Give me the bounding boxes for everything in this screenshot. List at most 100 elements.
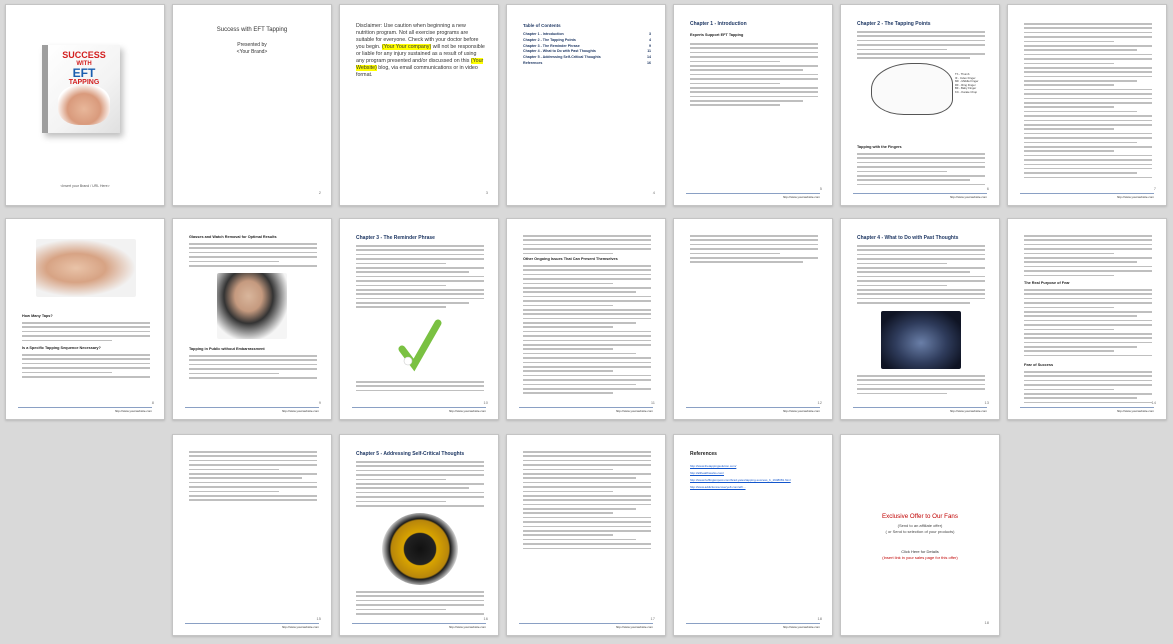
page-footer[interactable]: http://www.yourwebsite.com bbox=[853, 193, 987, 199]
toc-page: 14 bbox=[647, 55, 651, 60]
page-footer[interactable]: http://www.yourwebsite.com bbox=[185, 623, 319, 629]
body-text bbox=[523, 235, 651, 257]
page-number: 11 bbox=[650, 400, 655, 405]
page-footer[interactable]: http://www.yourwebsite.com bbox=[352, 623, 486, 629]
page-footer[interactable]: http://www.yourwebsite.com bbox=[686, 407, 820, 413]
reference-link[interactable]: http://althealthworks.com/ bbox=[690, 470, 822, 477]
page-number: 15 bbox=[316, 616, 321, 621]
page-exclusive-offer[interactable]: Exclusive Offer to Our Fans (Send to an … bbox=[840, 434, 1000, 636]
page-footer[interactable]: http://www.yourwebsite.com bbox=[519, 623, 653, 629]
toc-label: Chapter 3 - The Reminder Phrase bbox=[523, 43, 580, 48]
page-references[interactable]: References http://www.thetappingsolution… bbox=[673, 434, 833, 636]
toc-row[interactable]: Chapter 1 - Introduction 3 bbox=[523, 32, 651, 36]
page-footer[interactable]: http://www.yourwebsite.com bbox=[1020, 407, 1154, 413]
page-glasses-watch[interactable]: Glasses and Watch Removal for Optimal Re… bbox=[172, 218, 332, 420]
chapter-heading: Chapter 4 - What to Do with Past Thought… bbox=[857, 235, 959, 241]
body-text bbox=[690, 43, 818, 109]
cover-caption: <Insert your Brand / URL Here> bbox=[60, 184, 110, 188]
page-number: 2 bbox=[318, 190, 321, 195]
toc-list: Chapter 1 - Introduction 3 Chapter 2 - Th… bbox=[523, 32, 651, 67]
page-footer[interactable]: http://www.yourwebsite.com bbox=[18, 407, 152, 413]
section-heading: Fear of Success bbox=[1024, 363, 1054, 367]
page-number: 10 bbox=[483, 400, 488, 405]
section-heading: Other Ongoing Issues That Can Present Th… bbox=[523, 257, 618, 261]
toc-row[interactable]: Chapter 2 - The Tapping Points 4 bbox=[523, 38, 651, 42]
page-chapter-3[interactable]: Chapter 3 - The Reminder Phrase http://w… bbox=[339, 218, 499, 420]
title-text: Success with EFT Tapping bbox=[216, 27, 288, 33]
page-footer[interactable]: http://www.yourwebsite.com bbox=[352, 407, 486, 413]
toc-row[interactable]: Chapter 3 - The Reminder Phrase 9 bbox=[523, 44, 651, 48]
page-toc[interactable]: Table of Contents Chapter 1 - Introducti… bbox=[506, 4, 666, 206]
offer-cta-note: (Insert link in your sales page for this… bbox=[882, 555, 958, 560]
hand-diagram-image bbox=[871, 63, 953, 115]
body-text bbox=[356, 461, 484, 509]
page-how-many-taps[interactable]: How Many Taps? Is a Specific Tapping Seq… bbox=[5, 218, 165, 420]
page-number: 8 bbox=[151, 400, 154, 405]
page-number: 4 bbox=[652, 190, 655, 195]
page-chapter-4[interactable]: Chapter 4 - What to Do with Past Thought… bbox=[840, 218, 1000, 420]
page-chapter-2-continued[interactable]: http://www.yourwebsite.com 7 bbox=[1007, 4, 1167, 206]
toc-label: Chapter 2 - The Tapping Points bbox=[523, 37, 576, 42]
references-heading: References bbox=[690, 451, 717, 457]
reference-link[interactable]: http://www.huffingtonpost.com/brad-yates… bbox=[690, 477, 822, 484]
body-text bbox=[1024, 235, 1152, 279]
page-chapter-1[interactable]: Chapter 1 - Introduction Experts Support… bbox=[673, 4, 833, 206]
page-number: 3 bbox=[485, 190, 488, 195]
body-text bbox=[1024, 371, 1152, 406]
page-cover[interactable]: SUCCESS WITH EFT TAPPING <Insert your Br… bbox=[5, 4, 165, 206]
page-purpose-of-fear[interactable]: The Real Purpose of Fear Fear of Success… bbox=[1007, 218, 1167, 420]
section-heading: Tapping in Public without Embarrassment bbox=[189, 347, 265, 351]
page-number: 7 bbox=[1153, 186, 1156, 191]
page-ongoing-issues[interactable]: Other Ongoing Issues That Can Present Th… bbox=[506, 218, 666, 420]
body-text bbox=[22, 354, 150, 380]
body-text bbox=[356, 591, 484, 617]
page-footer[interactable]: http://www.yourwebsite.com bbox=[519, 407, 653, 413]
section-heading: The Real Purpose of Fear bbox=[1024, 281, 1070, 285]
chapter-heading: Chapter 1 - Introduction bbox=[690, 21, 747, 27]
body-text bbox=[356, 381, 484, 394]
toc-row[interactable]: References 16 bbox=[523, 61, 651, 65]
toc-page: 9 bbox=[649, 43, 651, 48]
book-title: SUCCESS WITH EFT TAPPING bbox=[52, 51, 116, 87]
page-number: 6 bbox=[986, 186, 989, 191]
page-footer[interactable]: http://www.yourwebsite.com bbox=[686, 193, 820, 199]
toc-title: Table of Contents bbox=[523, 23, 561, 28]
page-number: 13 bbox=[984, 400, 989, 405]
page-number: 18 bbox=[817, 616, 822, 621]
page-title[interactable]: Success with EFT Tapping Presented by <Y… bbox=[172, 4, 332, 206]
man-photo bbox=[217, 273, 287, 339]
book-title-line: EFT bbox=[72, 66, 96, 80]
page-footer[interactable]: http://www.yourwebsite.com bbox=[185, 407, 319, 413]
toc-row[interactable]: Chapter 4 - What to Do with Past Thought… bbox=[523, 49, 651, 53]
body-text bbox=[189, 355, 317, 381]
page-affirmations[interactable]: http://www.yourwebsite.com 12 bbox=[673, 218, 833, 420]
page-disclaimer[interactable]: Disclaimer: Use caution when beginning a… bbox=[339, 4, 499, 206]
body-text bbox=[523, 451, 651, 552]
presented-by: Presented by bbox=[237, 42, 267, 48]
toc-row[interactable]: Chapter 5 - Addressing Self-Critical Tho… bbox=[523, 55, 651, 59]
toc-label: Chapter 4 - What to Do with Past Thought… bbox=[523, 49, 596, 54]
chapter-heading: Chapter 2 - The Tapping Points bbox=[857, 21, 931, 27]
page-chapter-5[interactable]: Chapter 5 - Addressing Self-Critical Tho… bbox=[339, 434, 499, 636]
page-footer[interactable]: http://www.yourwebsite.com bbox=[1020, 193, 1154, 199]
section-heading: Experts Support EFT Tapping bbox=[690, 33, 744, 37]
hands-photo bbox=[36, 239, 136, 297]
body-text bbox=[857, 245, 985, 306]
page-number: 16 bbox=[483, 616, 488, 621]
reference-link[interactable]: http://www.addictionrecoveryeft.com/eft/… bbox=[690, 484, 822, 491]
page-footer[interactable]: http://www.yourwebsite.com bbox=[686, 623, 820, 629]
page-footer[interactable]: http://www.yourwebsite.com bbox=[853, 407, 987, 413]
hands-illustration bbox=[58, 85, 110, 125]
toc-label: Chapter 5 - Addressing Self-Critical Tho… bbox=[523, 55, 601, 60]
toc-page: 4 bbox=[649, 37, 651, 42]
offer-cta-link[interactable]: Click Here for Details bbox=[841, 549, 999, 554]
book-cover-image: SUCCESS WITH EFT TAPPING bbox=[42, 45, 120, 133]
negative-words-graphic bbox=[382, 513, 458, 585]
body-text bbox=[857, 31, 985, 62]
page-fear-of-success[interactable]: http://www.yourwebsite.com 15 bbox=[172, 434, 332, 636]
checkmark-figure-image bbox=[398, 315, 442, 375]
chapter-heading: Chapter 5 - Addressing Self-Critical Tho… bbox=[356, 451, 465, 457]
reference-link[interactable]: http://www.thetappingsolution.com/ bbox=[690, 463, 822, 470]
page-chapter-2[interactable]: Chapter 2 - The Tapping Points Th - Thum… bbox=[840, 4, 1000, 206]
page-conclusion[interactable]: http://www.yourwebsite.com 17 bbox=[506, 434, 666, 636]
